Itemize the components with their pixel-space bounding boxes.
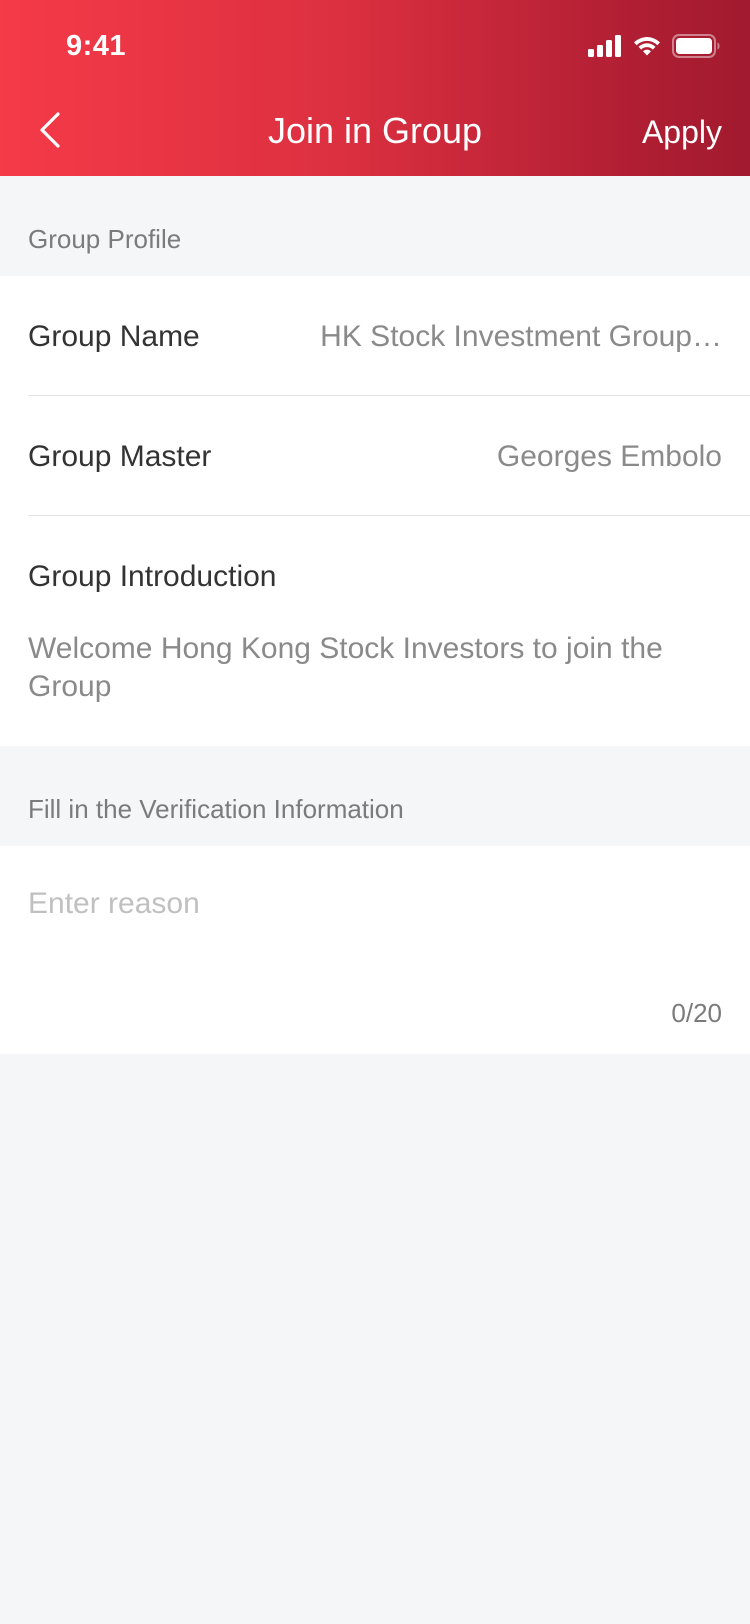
status-icons: [588, 34, 720, 58]
signal-icon: [588, 35, 622, 57]
status-time: 9:41: [66, 30, 127, 62]
group-name-label: Group Name: [28, 320, 200, 353]
reason-input[interactable]: [28, 882, 722, 926]
divider: [28, 395, 750, 396]
group-name-value: HK Stock Investment Group…: [320, 320, 722, 353]
group-profile-card: Group Name HK Stock Investment Group… Gr…: [0, 276, 750, 746]
group-profile-section-label: Group Profile: [28, 224, 182, 254]
group-introduction-text: Welcome Hong Kong Stock Investors to joi…: [28, 632, 663, 703]
group-master-value: Georges Embolo: [496, 440, 722, 473]
group-master-label: Group Master: [28, 440, 212, 473]
group-introduction-label: Group Introduction: [28, 560, 277, 593]
verification-section-label: Fill in the Verification Information: [28, 794, 404, 824]
verification-card: 0/20: [0, 846, 750, 1054]
apply-button[interactable]: Apply: [642, 114, 722, 151]
page-title: Join in Group: [267, 110, 483, 151]
app-header: 9:41 Join in Group Apply: [0, 0, 750, 176]
divider: [28, 515, 750, 516]
wifi-icon: [632, 35, 662, 57]
character-counter: 0/20: [671, 998, 722, 1028]
battery-icon: [672, 34, 720, 58]
